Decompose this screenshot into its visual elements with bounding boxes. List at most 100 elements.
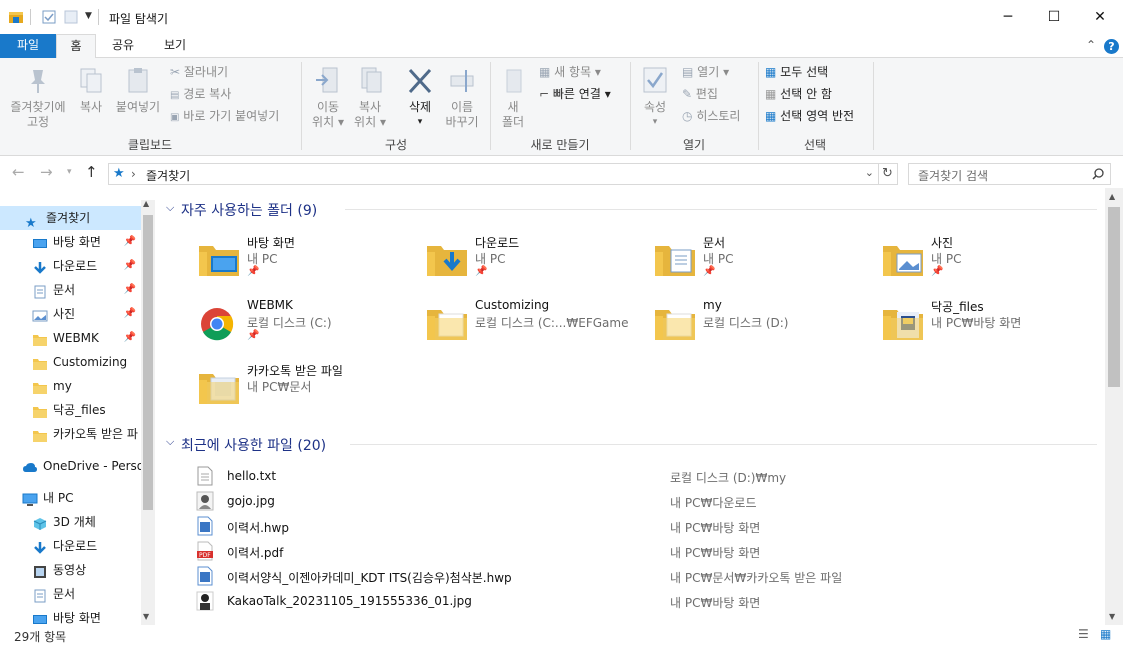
move-to-button[interactable]: 이동 위치 ▾ [308,66,348,130]
recent-file-row[interactable]: 이력서양식_이젠아카데미_KDT ITS(김승우)첨삭본.hwp 내 PC₩문서₩… [155,563,1095,588]
address-input[interactable]: ★ › 즐겨찾기 ⌄ [108,163,879,185]
document-icon [32,283,48,302]
refresh-icon[interactable]: ↻ [878,163,898,185]
copy-button[interactable]: 복사 [74,66,108,115]
nav-item[interactable]: WEBMK 📌 [0,326,141,350]
nav-item[interactable]: OneDrive - Person [0,454,141,478]
group-separator [873,62,874,150]
forward-arrow-icon[interactable]: → [40,163,53,181]
explorer-icon[interactable] [8,10,24,24]
paste-button[interactable]: 붙여넣기 [112,66,164,115]
new-item-button[interactable]: ▦ 새 항목 ▾ [539,65,601,80]
breadcrumb-current[interactable]: 즐겨찾기 [146,167,190,184]
recent-file-row[interactable]: hello.txt 로컬 디스크 (D:)₩my [155,463,1095,488]
nav-item[interactable]: 닥공_files [0,398,141,422]
tab-view[interactable]: 보기 [150,34,200,58]
navigation-pane: ★ 즐겨찾기 바탕 화면 📌 다운로드 📌 문서 📌 사진 📌 WEBMK 📌 Customizing m… [0,200,155,625]
nav-item[interactable]: ★ 즐겨찾기 [0,206,141,230]
pin-label-2: 고정 [26,115,50,129]
content-scrollbar-thumb[interactable] [1108,207,1120,387]
nav-item[interactable]: 3D 개체 [0,510,141,534]
nav-scroll-up-icon[interactable]: ▲ [143,199,149,208]
content-scroll-up-icon[interactable]: ▲ [1109,192,1115,201]
nav-scroll-down-icon[interactable]: ▼ [143,612,149,621]
history-button[interactable]: ◷ 히스토리 [682,109,740,124]
delete-dropdown-icon[interactable]: ▾ [400,115,440,130]
recent-locations-dropdown-icon[interactable]: ▾ [67,167,72,177]
recent-file-row[interactable]: KakaoTalk_20231105_191555336_01.jpg 내 PC₩… [155,588,1095,613]
nav-item[interactable]: 카카오톡 받은 파 [0,422,141,446]
minimize-button[interactable]: ─ [985,0,1031,34]
select-all-button[interactable]: ▦ 모두 선택 [765,65,828,80]
nav-item[interactable]: 다운로드 [0,534,141,558]
open-button[interactable]: ▤ 열기 ▾ [682,65,729,80]
nav-scrollbar-thumb[interactable] [143,215,153,510]
recent-file-row[interactable]: 이력서.hwp 내 PC₩바탕 화면 [155,513,1095,538]
tab-home[interactable]: 홈 [56,34,96,59]
folder-tile[interactable]: 닥공_files 내 PC₩바탕 화면 [881,298,1101,356]
edit-button[interactable]: ✎ 편집 [682,87,718,102]
copy-to-button[interactable]: 복사 위치 ▾ [350,66,390,130]
paste-shortcut-button[interactable]: ▣ 바로 가기 붙여넣기 [170,109,279,125]
nav-item[interactable]: 다운로드 📌 [0,254,141,278]
tab-share[interactable]: 공유 [98,34,148,58]
properties-check-icon [643,67,667,93]
recent-file-row[interactable]: PDF 이력서.pdf 내 PC₩바탕 화면 [155,538,1095,563]
rename-button[interactable]: 이름 바꾸기 [442,66,482,130]
up-arrow-icon[interactable]: ↑ [85,163,98,181]
nav-item[interactable]: 문서 📌 [0,278,141,302]
details-view-icon[interactable]: ☰ [1078,627,1089,641]
tab-file[interactable]: 파일 [0,34,56,58]
search-icon[interactable] [1092,168,1104,180]
folder-tile[interactable]: 문서 내 PC 📌 [653,234,873,292]
content-scroll-down-icon[interactable]: ▼ [1109,612,1115,621]
quick-access-toolbar-dropdown[interactable]: ▼ [85,11,92,21]
collapse-recent-icon[interactable]: ⌵ [166,435,174,449]
folder-tile[interactable]: 사진 내 PC 📌 [881,234,1101,292]
move-label-2: 위치 ▾ [312,115,344,129]
properties-button[interactable]: 속성 ▾ [636,66,674,130]
help-icon[interactable]: ? [1104,39,1119,54]
new-folder-quick-icon[interactable] [64,10,78,24]
folder-tile[interactable]: 바탕 화면 내 PC 📌 [197,234,417,292]
copy-path-button[interactable]: ▤ 경로 복사 [170,87,231,103]
nav-item[interactable]: 바탕 화면 📌 [0,230,141,254]
back-arrow-icon[interactable]: ← [12,163,25,181]
nav-item[interactable]: 내 PC [0,486,141,510]
recent-file-row[interactable]: gojo.jpg 내 PC₩다운로드 [155,488,1095,513]
nav-item[interactable]: 사진 📌 [0,302,141,326]
folder-tile[interactable]: 카카오톡 받은 파일 내 PC₩문서 [197,362,417,420]
new-folder-button[interactable]: 새 폴더 [496,66,530,130]
large-icons-view-icon[interactable]: ▦ [1100,627,1111,641]
breadcrumb-chevron-icon[interactable]: › [131,167,136,181]
properties-quick-icon[interactable] [42,10,56,24]
properties-dropdown-icon[interactable]: ▾ [636,115,674,130]
cut-button[interactable]: ✂ 잘라내기 [170,65,228,80]
nav-item[interactable]: 바탕 화면 [0,606,141,625]
nav-item[interactable]: 문서 [0,582,141,606]
nav-item[interactable]: Customizing [0,350,141,374]
close-button[interactable]: ✕ [1077,0,1123,34]
select-none-button[interactable]: ▦ 선택 안 함 [765,87,832,102]
select-all-icon: ▦ [765,65,777,79]
nav-item[interactable]: 동영상 [0,558,141,582]
maximize-button[interactable]: ☐ [1031,0,1077,34]
frequent-folders-grid: 바탕 화면 내 PC 📌 다운로드 내 PC 📌 문서 내 PC 📌 사진 내 PC 📌 WEBMK 로컬… [155,188,1105,418]
invert-selection-button[interactable]: ▦ 선택 영역 반전 [765,109,854,124]
recent-files-header[interactable]: 최근에 사용한 파일 (20) [181,435,326,455]
address-dropdown-icon[interactable]: ⌄ [865,166,874,179]
folder-tile[interactable]: 다운로드 내 PC 📌 [425,234,645,292]
folder-tile[interactable]: my 로컬 디스크 (D:) [653,298,873,356]
folder-tile[interactable]: Customizing 로컬 디스크 (C:...₩EFGame [425,298,645,356]
item-count: 29개 항목 [14,630,67,644]
delete-button[interactable]: 삭제 ▾ [400,66,440,130]
pin-label-1: 즐겨찾기에 [10,100,66,114]
picture-icon [32,307,48,326]
pin-to-quick-access-button[interactable]: 즐겨찾기에 고정 [4,66,72,130]
nav-item[interactable]: my [0,374,141,398]
folder-tile[interactable]: WEBMK 로컬 디스크 (C:) 📌 [197,298,417,356]
easy-access-button[interactable]: ⌐ 빠른 연결 ▾ [539,87,611,102]
nav-item-label: 내 PC [43,491,74,505]
search-input[interactable]: 즐겨찾기 검색 [908,163,1111,185]
collapse-ribbon-icon[interactable]: ⌃ [1086,38,1096,52]
